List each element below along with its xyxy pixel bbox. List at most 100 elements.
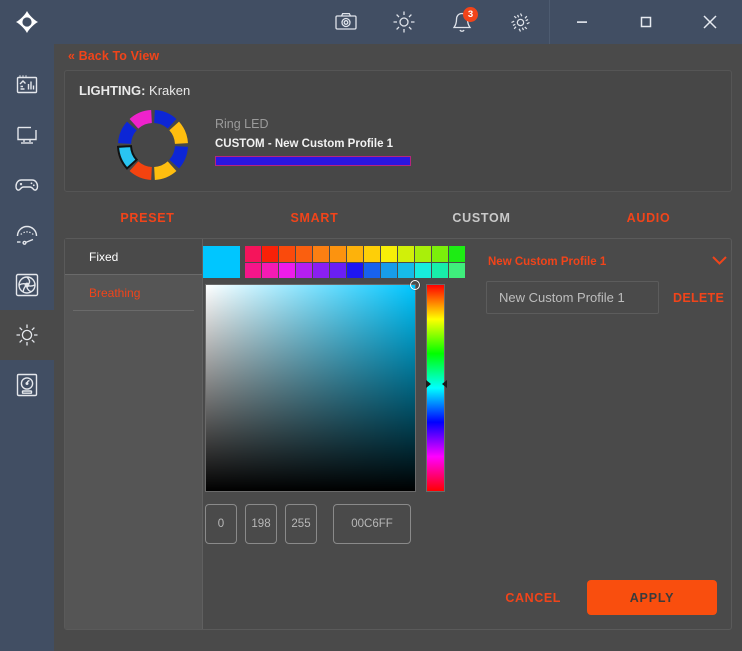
- lighting-card: LIGHTING: Kraken Ring LED CUSTOM - New C…: [64, 70, 732, 192]
- notifications-button[interactable]: 3: [433, 0, 491, 44]
- color-swatch[interactable]: [330, 262, 346, 278]
- ring-led-preview[interactable]: [111, 105, 195, 185]
- color-swatch[interactable]: [432, 262, 448, 278]
- sidebar-item-device[interactable]: [0, 360, 54, 410]
- effect-mode-list: Fixed Breathing: [65, 239, 203, 629]
- gauge-icon: [16, 225, 38, 245]
- tab-preset[interactable]: PRESET: [64, 211, 231, 225]
- minimize-button[interactable]: [550, 0, 614, 44]
- maximize-icon: [640, 16, 652, 28]
- nzxt-logo-icon: [0, 0, 54, 44]
- color-swatch[interactable]: [398, 262, 414, 278]
- mode-item-breathing[interactable]: Breathing: [73, 275, 194, 311]
- color-swatch[interactable]: [347, 246, 363, 262]
- color-swatch[interactable]: [313, 246, 329, 262]
- color-swatch[interactable]: [364, 262, 380, 278]
- color-swatch[interactable]: [296, 262, 312, 278]
- cancel-button[interactable]: CANCEL: [505, 591, 561, 605]
- saturation-value-area[interactable]: [205, 280, 420, 492]
- profile-column: New Custom Profile 1 DELETE: [476, 239, 731, 629]
- apply-button[interactable]: APPLY: [587, 580, 717, 615]
- red-input[interactable]: [205, 504, 237, 544]
- sidebar-item-cooling[interactable]: [0, 260, 54, 310]
- ring-segment[interactable]: [116, 145, 139, 170]
- close-button[interactable]: [678, 0, 742, 44]
- device-pump-icon: [16, 373, 38, 397]
- screenshot-button[interactable]: [317, 0, 375, 44]
- ring-segment[interactable]: [129, 110, 152, 129]
- preset-swatch-grid: [245, 246, 465, 278]
- profile-name-input[interactable]: [486, 281, 659, 314]
- ring-segment[interactable]: [118, 121, 137, 144]
- color-swatch[interactable]: [330, 246, 346, 262]
- titlebar-tool-icons: 3: [317, 0, 550, 44]
- sidebar-item-display[interactable]: [0, 110, 54, 160]
- tab-smart[interactable]: SMART: [231, 211, 398, 225]
- sidebar-item-lighting[interactable]: [0, 310, 54, 360]
- ring-segment[interactable]: [169, 121, 188, 144]
- monitor-display-icon: [17, 126, 37, 144]
- color-swatch[interactable]: [398, 246, 414, 262]
- color-swatch[interactable]: [279, 246, 295, 262]
- gamepad-icon: [15, 179, 39, 191]
- sidebar-item-list: [0, 60, 54, 410]
- hue-slider[interactable]: [426, 284, 447, 492]
- gear-icon: [510, 12, 530, 32]
- settings-button[interactable]: [491, 0, 549, 44]
- color-swatch[interactable]: [262, 246, 278, 262]
- color-swatch[interactable]: [296, 246, 312, 262]
- brightness-sun-icon: [393, 11, 415, 33]
- mode-item-fixed[interactable]: Fixed: [65, 239, 202, 275]
- profile-dropdown-label: New Custom Profile 1: [488, 256, 607, 268]
- color-swatch[interactable]: [432, 246, 448, 262]
- ring-segment[interactable]: [169, 146, 188, 169]
- brightness-button[interactable]: [375, 0, 433, 44]
- color-swatch[interactable]: [415, 262, 431, 278]
- fan-icon: [15, 273, 39, 297]
- color-swatch[interactable]: [245, 262, 261, 278]
- color-swatches: [203, 246, 465, 278]
- sidebar-item-performance[interactable]: [0, 210, 54, 260]
- color-picker: New Custom Profile 1 DELETE CANCEL: [203, 239, 731, 629]
- lighting-mode-tabs: PRESET SMART CUSTOM AUDIO: [64, 197, 732, 239]
- color-swatch[interactable]: [415, 246, 431, 262]
- notification-badge: 3: [463, 7, 478, 22]
- ring-segment[interactable]: [154, 161, 177, 180]
- sidebar-item-gaming[interactable]: [0, 160, 54, 210]
- color-swatch[interactable]: [347, 262, 363, 278]
- color-swatch[interactable]: [245, 246, 261, 262]
- sv-selector-handle[interactable]: [410, 280, 420, 290]
- main-content: « Back To View LIGHTING: Kraken Ring LED…: [54, 44, 742, 651]
- tab-custom[interactable]: CUSTOM: [398, 211, 565, 225]
- current-color-swatch[interactable]: [203, 246, 240, 278]
- sidebar-item-dashboard[interactable]: [0, 60, 54, 110]
- tab-audio[interactable]: AUDIO: [565, 211, 732, 225]
- color-swatch[interactable]: [262, 262, 278, 278]
- ring-led-color-bar: [215, 156, 411, 166]
- maximize-button[interactable]: [614, 0, 678, 44]
- ring-led-profile-name: CUSTOM - New Custom Profile 1: [215, 138, 394, 150]
- profile-dropdown[interactable]: New Custom Profile 1: [488, 251, 728, 273]
- ring-led-diagram: [116, 110, 188, 180]
- color-swatch[interactable]: [279, 262, 295, 278]
- hex-input[interactable]: [333, 504, 411, 544]
- color-swatch[interactable]: [449, 246, 465, 262]
- color-swatch[interactable]: [364, 246, 380, 262]
- camera-icon: [335, 12, 357, 30]
- color-swatch[interactable]: [449, 262, 465, 278]
- color-swatch[interactable]: [381, 262, 397, 278]
- green-input[interactable]: [245, 504, 277, 544]
- ring-led-label: Ring LED: [215, 117, 269, 131]
- cam-app-window: 3 « Back To View LIGHTING: Kraken Ring L…: [0, 0, 742, 651]
- color-swatch[interactable]: [313, 262, 329, 278]
- lighting-card-title: LIGHTING: Kraken: [79, 83, 190, 98]
- back-to-view-link[interactable]: « Back To View: [68, 49, 159, 63]
- title-bar: 3: [54, 0, 742, 44]
- lighting-label: LIGHTING:: [79, 83, 146, 98]
- delete-profile-button[interactable]: DELETE: [673, 291, 724, 305]
- color-swatch[interactable]: [381, 246, 397, 262]
- ring-segment[interactable]: [154, 110, 177, 129]
- close-icon: [703, 15, 717, 29]
- blue-input[interactable]: [285, 504, 317, 544]
- panel-actions: CANCEL APPLY: [505, 580, 717, 615]
